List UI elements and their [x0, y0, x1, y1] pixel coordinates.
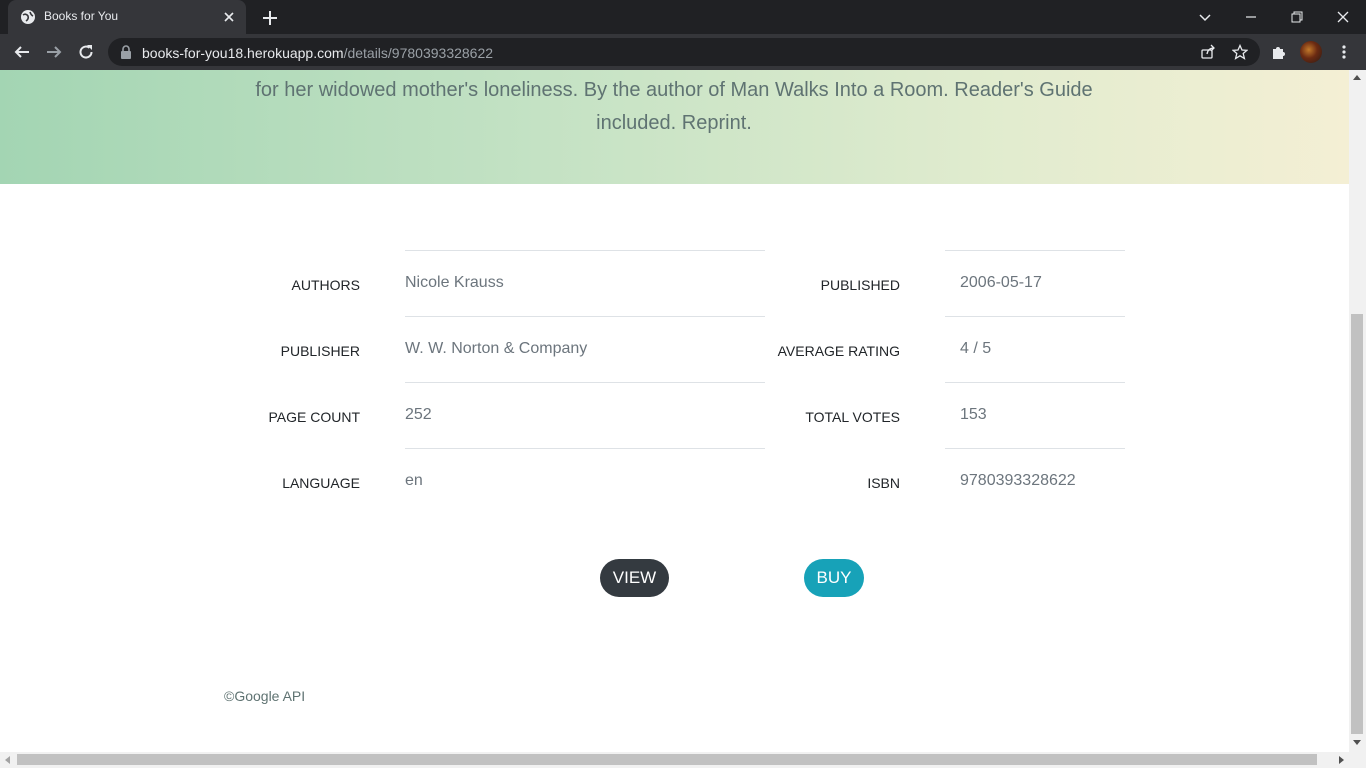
tab-search-chevron-icon[interactable]	[1182, 0, 1228, 34]
divider	[405, 250, 765, 251]
language-label: LANGUAGE	[282, 475, 360, 491]
total-votes-label: TOTAL VOTES	[805, 409, 900, 425]
divider	[945, 316, 1125, 317]
browser-toolbar: books-for-you18.herokuapp.com/details/97…	[0, 34, 1366, 70]
url-text: books-for-you18.herokuapp.com/details/97…	[142, 45, 493, 61]
published-label: PUBLISHED	[820, 277, 900, 293]
url-host: books-for-you18.herokuapp.com	[142, 45, 344, 61]
hero-banner: for her widowed mother's loneliness. By …	[0, 70, 1349, 184]
total-votes-value: 153	[960, 406, 987, 423]
divider	[945, 382, 1125, 383]
page-count-value: 252	[405, 406, 432, 423]
scroll-up-arrow-icon[interactable]	[1353, 75, 1361, 80]
scroll-down-arrow-icon[interactable]	[1353, 740, 1361, 745]
share-icon[interactable]	[1198, 42, 1218, 62]
divider	[945, 448, 1125, 449]
extensions-puzzle-icon[interactable]	[1267, 40, 1291, 64]
close-icon[interactable]	[220, 8, 238, 26]
browser-titlebar: Books for You	[0, 0, 1366, 34]
forward-arrow-icon[interactable]	[42, 40, 66, 64]
page-viewport: for her widowed mother's loneliness. By …	[0, 70, 1349, 752]
address-bar[interactable]: books-for-you18.herokuapp.com/details/97…	[108, 38, 1260, 66]
average-rating-label: AVERAGE RATING	[777, 343, 900, 359]
browser-tab[interactable]: Books for You	[8, 0, 246, 34]
publisher-value: W. W. Norton & Company	[405, 340, 588, 357]
back-arrow-icon[interactable]	[10, 40, 34, 64]
globe-icon	[21, 10, 35, 24]
lock-icon	[121, 45, 131, 59]
divider	[405, 448, 765, 449]
url-path: /details/9780393328622	[343, 45, 494, 61]
isbn-label: ISBN	[867, 475, 900, 491]
divider	[405, 316, 765, 317]
horizontal-scroll-thumb[interactable]	[17, 754, 1317, 765]
language-value: en	[405, 472, 423, 489]
isbn-value: 9780393328622	[960, 472, 1076, 489]
publisher-label: PUBLISHER	[280, 343, 360, 359]
book-description: for her widowed mother's loneliness. By …	[255, 79, 1093, 134]
average-rating-value: 4 / 5	[960, 340, 992, 357]
published-value: 2006-05-17	[960, 274, 1042, 291]
scroll-left-arrow-icon[interactable]	[5, 756, 10, 764]
scroll-right-arrow-icon[interactable]	[1339, 756, 1344, 764]
profile-avatar[interactable]	[1300, 41, 1322, 63]
vertical-scrollbar[interactable]	[1349, 70, 1366, 752]
footer-credit: ©Google API	[224, 688, 306, 704]
view-button[interactable]: VIEW	[600, 559, 669, 597]
new-tab-icon[interactable]	[258, 6, 282, 30]
bookmark-star-icon[interactable]	[1230, 42, 1250, 62]
divider	[405, 382, 765, 383]
horizontal-scrollbar[interactable]	[0, 752, 1366, 768]
tab-title: Books for You	[44, 9, 119, 23]
minimize-icon[interactable]	[1228, 0, 1274, 34]
buy-button[interactable]: BUY	[804, 559, 864, 597]
restore-icon[interactable]	[1274, 0, 1320, 34]
menu-kebab-icon[interactable]	[1332, 40, 1356, 64]
page-count-label: PAGE COUNT	[268, 409, 360, 425]
reload-icon[interactable]	[74, 40, 98, 64]
authors-value: Nicole Krauss	[405, 274, 504, 291]
vertical-scroll-thumb[interactable]	[1351, 314, 1363, 734]
window-close-icon[interactable]	[1320, 0, 1366, 34]
divider	[945, 250, 1125, 251]
authors-label: AUTHORS	[291, 277, 360, 293]
